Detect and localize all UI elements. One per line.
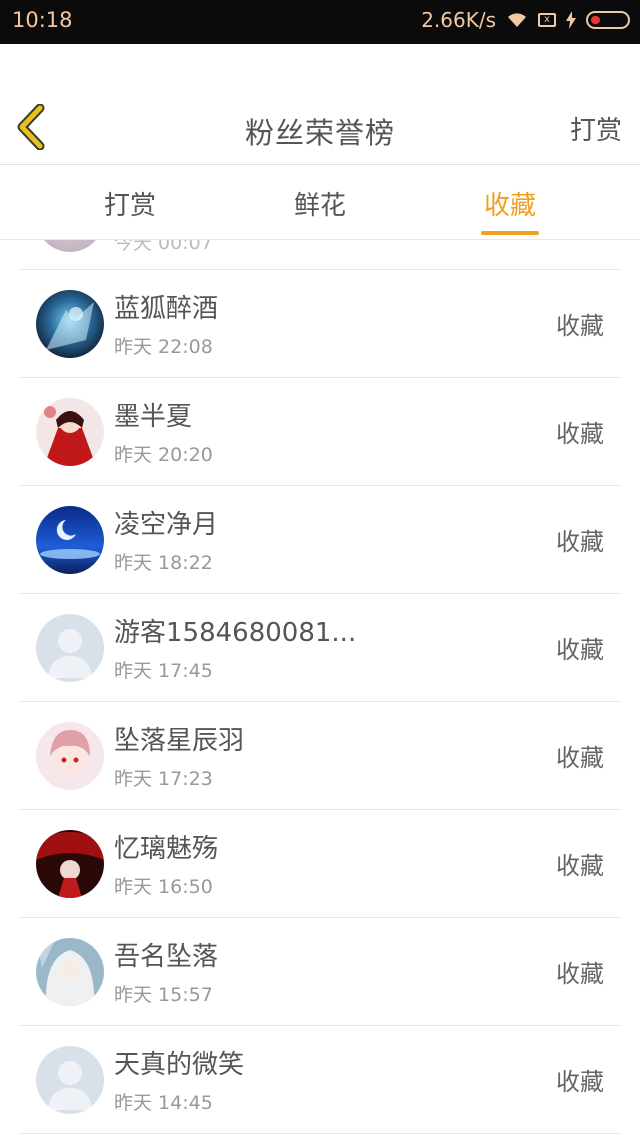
item-name: 蓝狐醉酒 xyxy=(114,294,219,324)
list-item-partial[interactable]: 今天 00:07 xyxy=(18,240,622,270)
wifi-icon xyxy=(508,13,526,27)
item-action: 收藏 xyxy=(556,636,604,664)
item-name: 凌空净月 xyxy=(114,510,219,540)
list-item[interactable]: 吾名坠落 昨天 15:57 收藏 xyxy=(18,918,622,1026)
network-speed: 2.66K/s xyxy=(421,8,496,32)
list-item[interactable]: 墨半夏 昨天 20:20 收藏 xyxy=(18,378,622,486)
item-action: 收藏 xyxy=(556,312,604,340)
list-item[interactable]: 忆璃魅殇 昨天 16:50 收藏 xyxy=(18,810,622,918)
default-user-avatar xyxy=(36,1046,104,1114)
avatar xyxy=(36,938,104,1006)
item-time: 昨天 16:50 xyxy=(114,876,213,898)
top-spacer xyxy=(0,44,640,90)
page-title: 粉丝荣誉榜 xyxy=(244,116,395,150)
reward-button[interactable]: 打赏 xyxy=(570,110,622,147)
sim-off-icon: x xyxy=(538,13,556,27)
item-action: 收藏 xyxy=(556,420,604,448)
status-bar: 10:18 2.66K/s x xyxy=(0,0,640,44)
item-action: 收藏 xyxy=(556,744,604,772)
list-item[interactable]: 坠落星辰羽 昨天 17:23 收藏 xyxy=(18,702,622,810)
default-user-avatar xyxy=(36,614,104,682)
nav-bar: 粉丝荣誉榜 打赏 xyxy=(0,90,640,165)
avatar xyxy=(36,506,104,574)
list-item[interactable]: 游客1584680081... 昨天 17:45 收藏 xyxy=(18,594,622,702)
item-action: 收藏 xyxy=(556,528,604,556)
battery-icon xyxy=(586,11,630,29)
item-name: 吾名坠落 xyxy=(114,942,219,972)
item-time: 昨天 18:22 xyxy=(114,552,213,574)
item-time: 昨天 15:57 xyxy=(114,984,213,1006)
avatar xyxy=(36,240,104,252)
list-item[interactable]: 蓝狐醉酒 昨天 22:08 收藏 xyxy=(18,270,622,378)
item-time: 昨天 17:23 xyxy=(114,768,213,790)
tab-flowers[interactable]: 鲜花 xyxy=(260,185,380,222)
fan-list: 今天 00:07 蓝狐醉酒 昨天 22:08 收藏 墨半夏 昨天 20:20 收… xyxy=(0,240,640,1138)
item-time: 昨天 14:45 xyxy=(114,1092,213,1114)
tab-reward[interactable]: 打赏 xyxy=(70,185,190,222)
item-action: 收藏 xyxy=(556,852,604,880)
item-time: 昨天 17:45 xyxy=(114,660,213,682)
item-name: 游客1584680081... xyxy=(114,618,357,648)
item-action: 收藏 xyxy=(556,1068,604,1096)
avatar xyxy=(36,290,104,358)
item-time: 昨天 22:08 xyxy=(114,336,213,358)
status-time: 10:18 xyxy=(12,8,73,32)
list-item[interactable]: 天真的微笑 昨天 14:45 收藏 xyxy=(18,1026,622,1134)
active-tab-indicator xyxy=(481,231,539,235)
status-indicators: 2.66K/s x xyxy=(421,8,630,32)
avatar xyxy=(36,830,104,898)
item-name: 坠落星辰羽 xyxy=(114,726,245,756)
item-name: 天真的微笑 xyxy=(114,1050,245,1080)
list-item[interactable]: 凌空净月 昨天 18:22 收藏 xyxy=(18,486,622,594)
charging-icon xyxy=(566,11,576,29)
avatar xyxy=(36,722,104,790)
avatar xyxy=(36,398,104,466)
item-time: 昨天 20:20 xyxy=(114,444,213,466)
item-name: 墨半夏 xyxy=(114,402,193,432)
tab-favorites[interactable]: 收藏 xyxy=(450,185,570,222)
item-action: 收藏 xyxy=(556,960,604,988)
item-time: 今天 00:07 xyxy=(114,240,213,254)
tab-bar: 打赏 鲜花 收藏 xyxy=(0,165,640,240)
item-name: 忆璃魅殇 xyxy=(114,834,219,864)
